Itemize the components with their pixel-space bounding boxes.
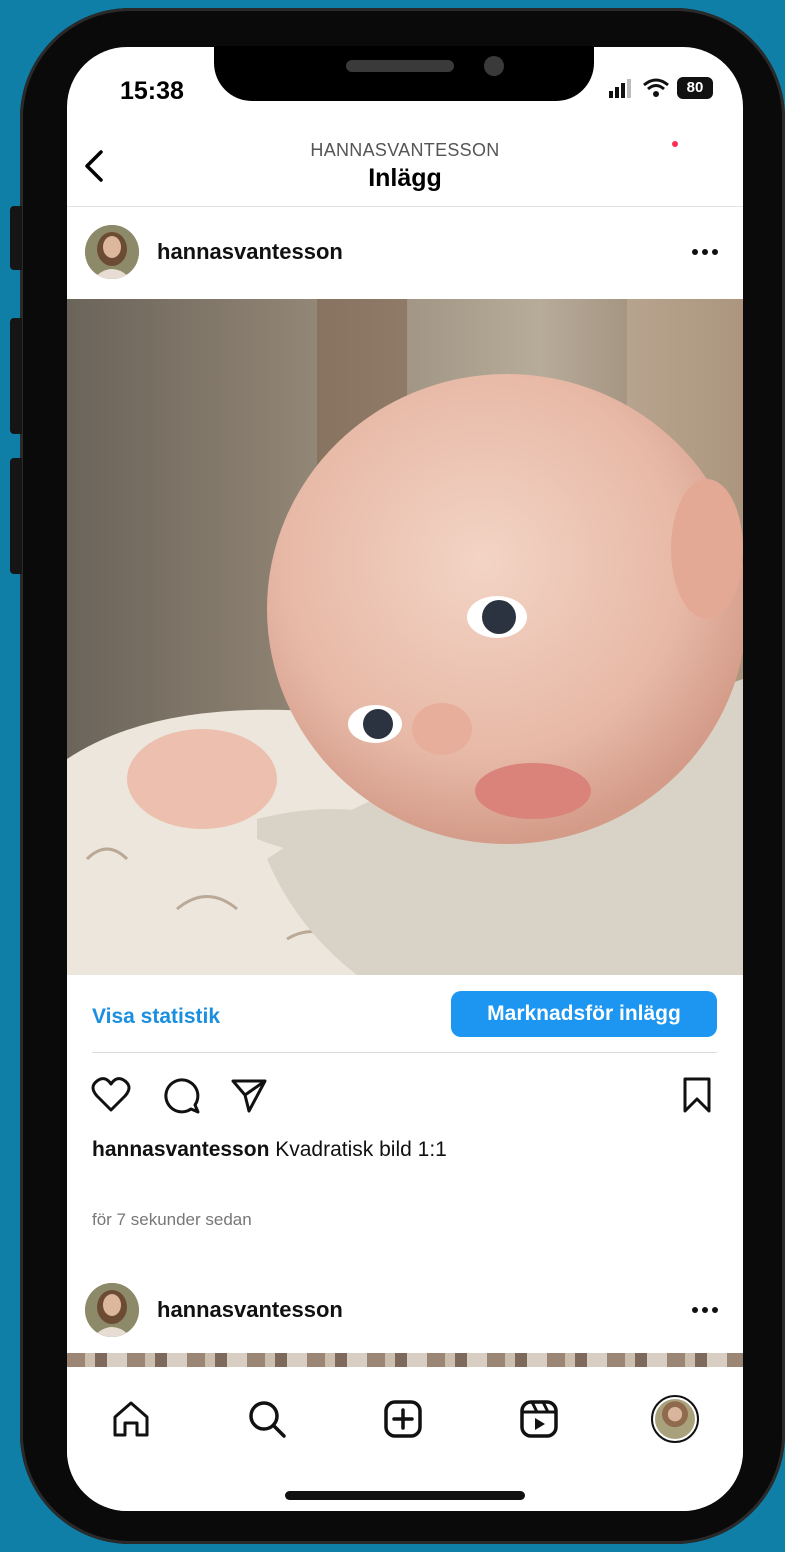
post-timestamp: för 7 sekunder sedan bbox=[92, 1210, 252, 1229]
next-post-username[interactable]: hannasvantesson bbox=[157, 1297, 343, 1323]
bookmark-icon[interactable] bbox=[677, 1075, 717, 1115]
heart-icon[interactable] bbox=[91, 1075, 131, 1115]
promote-post-button[interactable]: Marknadsför inlägg bbox=[451, 991, 717, 1037]
post-caption: hannasvantesson Kvadratisk bild 1:1 bbox=[92, 1135, 532, 1165]
home-icon[interactable] bbox=[107, 1395, 155, 1443]
page-header: HANNASVANTESSON Inlägg bbox=[67, 132, 743, 207]
tab-bar bbox=[67, 1367, 743, 1511]
status-time: 15:38 bbox=[120, 77, 184, 105]
next-post-photo[interactable] bbox=[67, 1353, 743, 1367]
speaker-grille bbox=[346, 60, 454, 72]
avatar-image bbox=[85, 1283, 139, 1337]
signal-icon bbox=[609, 79, 631, 98]
wifi-icon bbox=[643, 78, 669, 97]
notch bbox=[214, 46, 594, 101]
search-icon[interactable] bbox=[243, 1395, 291, 1443]
caption-text: Kvadratisk bild 1:1 bbox=[275, 1138, 447, 1161]
comment-icon[interactable] bbox=[161, 1075, 201, 1115]
insights-row: Visa statistik Marknadsför inlägg bbox=[92, 991, 717, 1053]
mute-switch bbox=[10, 206, 22, 270]
caption-username[interactable]: hannasvantesson bbox=[92, 1138, 269, 1161]
post-header: hannasvantesson bbox=[67, 217, 743, 287]
ellipsis-icon[interactable] bbox=[689, 242, 721, 262]
post-actions bbox=[67, 1075, 743, 1119]
baby-photo[interactable] bbox=[67, 299, 743, 975]
status-indicators: 80 bbox=[609, 77, 713, 99]
next-post-header: hannasvantesson bbox=[67, 1275, 743, 1345]
avatar[interactable] bbox=[85, 1283, 139, 1337]
avatar-image bbox=[655, 1399, 695, 1439]
share-icon[interactable] bbox=[229, 1075, 269, 1115]
reels-icon[interactable] bbox=[515, 1395, 563, 1443]
volume-up-button bbox=[10, 318, 22, 434]
ellipsis-icon[interactable] bbox=[689, 1300, 721, 1320]
avatar-image bbox=[85, 225, 139, 279]
front-camera bbox=[484, 56, 504, 76]
profile-tab-avatar[interactable] bbox=[651, 1395, 699, 1443]
view-insights-link[interactable]: Visa statistik bbox=[92, 1005, 220, 1029]
account-name: HANNASVANTESSON bbox=[310, 140, 500, 160]
battery-icon: 80 bbox=[677, 77, 713, 99]
post-username[interactable]: hannasvantesson bbox=[157, 239, 343, 265]
home-indicator[interactable] bbox=[285, 1491, 525, 1500]
photo-illustration bbox=[67, 299, 743, 975]
notification-dot bbox=[672, 141, 678, 147]
page-title: Inlägg bbox=[368, 164, 442, 192]
phone-screen: 15:38 80 HANNASVANTESSON Inlägg hannasva… bbox=[67, 47, 743, 1511]
create-icon[interactable] bbox=[379, 1395, 427, 1443]
avatar[interactable] bbox=[85, 225, 139, 279]
volume-down-button bbox=[10, 458, 22, 574]
